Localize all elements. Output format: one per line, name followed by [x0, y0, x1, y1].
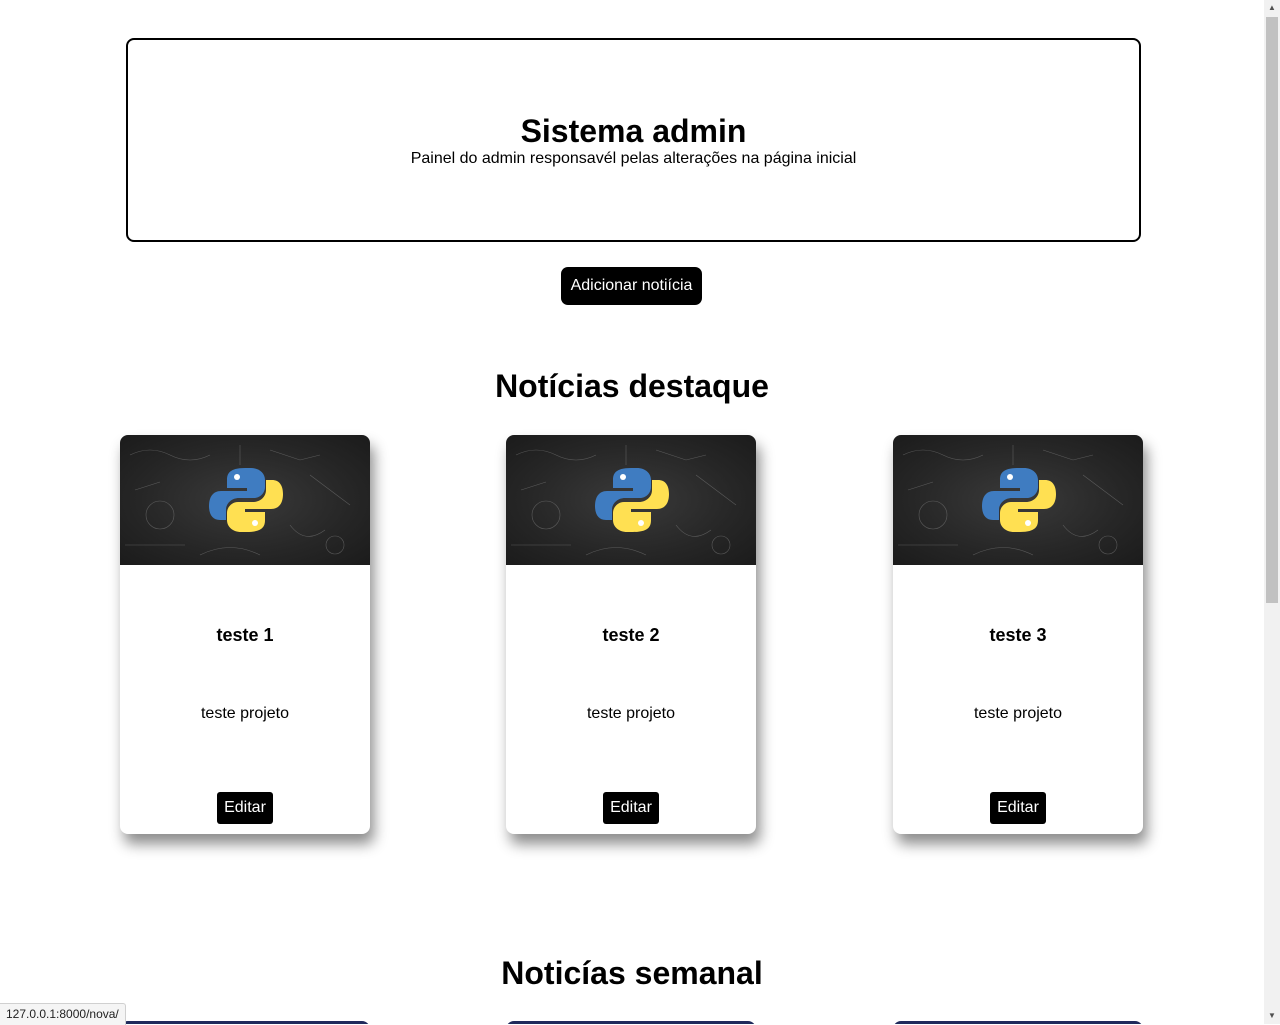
scroll-up-arrow-icon[interactable]: ▲ [1264, 0, 1280, 16]
python-logo-icon [982, 468, 1056, 532]
featured-news-card: teste 3 teste projeto Editar [893, 435, 1143, 834]
card-title: teste 3 [989, 625, 1047, 645]
featured-news-card: teste 1 teste projeto Editar [120, 435, 370, 834]
python-logo-icon [595, 468, 669, 532]
python-logo-icon [209, 468, 283, 532]
edit-button[interactable]: Editar [603, 792, 659, 824]
card-image [120, 435, 370, 565]
edit-button[interactable]: Editar [217, 792, 273, 824]
admin-header-panel: Sistema admin Painel do admin responsavé… [126, 38, 1141, 242]
page: Sistema admin Painel do admin responsavé… [0, 0, 1264, 1024]
vertical-scrollbar[interactable]: ▲ ▼ [1264, 0, 1280, 1024]
card-title: teste 2 [602, 625, 660, 645]
add-news-button[interactable]: Adicionar notiícia [561, 267, 702, 305]
edit-button[interactable]: Editar [990, 792, 1046, 824]
page-subtitle: Painel do admin responsavél pelas altera… [410, 150, 857, 167]
page-title: Sistema admin [520, 113, 747, 149]
card-image [893, 435, 1143, 565]
card-image [506, 435, 756, 565]
featured-news-card: teste 2 teste projeto Editar [506, 435, 756, 834]
weekly-section-title: Noticías semanal [501, 955, 763, 991]
featured-section-title: Notícias destaque [495, 368, 769, 404]
card-description: teste projeto [200, 705, 290, 722]
card-title: teste 1 [216, 625, 274, 645]
status-bar-url: 127.0.0.1:8000/nova/ [0, 1003, 126, 1025]
card-description: teste projeto [586, 705, 676, 722]
card-description: teste projeto [973, 705, 1063, 722]
scroll-down-arrow-icon[interactable]: ▼ [1264, 1008, 1280, 1024]
scrollbar-thumb[interactable] [1266, 17, 1278, 603]
